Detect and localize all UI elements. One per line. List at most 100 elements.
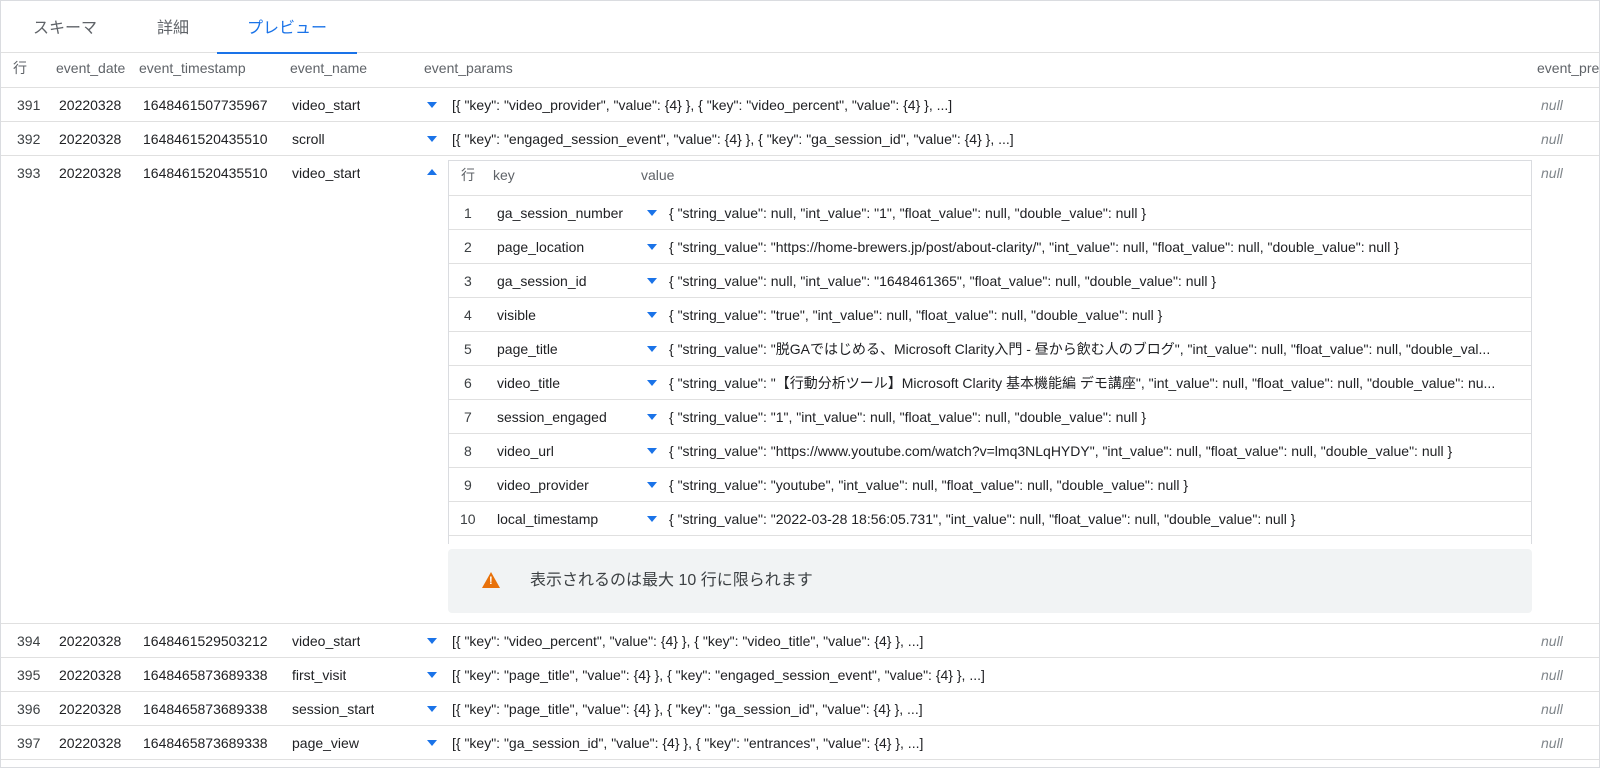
event-previous-cell: null <box>1541 97 1563 113</box>
param-key: ga_session_number <box>497 205 624 221</box>
nested-row-number: 10 <box>460 511 476 527</box>
param-key: visible <box>497 307 536 323</box>
param-value: { "string_value": "true", "int_value": n… <box>669 307 1163 323</box>
event-name-cell: first_visit <box>292 667 347 683</box>
expand-icon[interactable] <box>647 312 657 318</box>
nested-column-header-value[interactable]: value <box>641 161 674 195</box>
row-number: 393 <box>17 165 41 181</box>
warning-icon: ! <box>482 572 500 588</box>
param-key: page_location <box>497 239 585 255</box>
column-header-event-date[interactable]: event_date <box>56 53 125 87</box>
event-params-cell: [{ "key": "ga_session_id", "value": {4} … <box>452 735 924 751</box>
event-name-cell: video_start <box>292 165 361 181</box>
event-timestamp-cell: 1648465873689338 <box>143 735 268 751</box>
expand-icon[interactable] <box>647 516 657 522</box>
event-previous-cell: null <box>1541 701 1563 717</box>
event-params-cell: [{ "key": "page_title", "value": {4} }, … <box>452 667 985 683</box>
expand-icon[interactable] <box>647 380 657 386</box>
expand-icon[interactable] <box>427 136 437 142</box>
event-date-cell: 20220328 <box>59 131 122 147</box>
nested-table-row: 8 video_url { "string_value": "https://w… <box>449 434 1531 468</box>
event-timestamp-cell: 1648461507735967 <box>143 97 268 113</box>
event-timestamp-cell: 1648465873689338 <box>143 701 268 717</box>
row-number: 397 <box>17 735 41 751</box>
event-date-cell: 20220328 <box>59 667 122 683</box>
expand-icon[interactable] <box>647 210 657 216</box>
tab-bar: スキーマ 詳細 プレビュー <box>1 1 1599 54</box>
event-params-cell: [{ "key": "engaged_session_event", "valu… <box>452 131 1014 147</box>
nested-table-row: 10 local_timestamp { "string_value": "20… <box>449 502 1531 536</box>
nested-row-number: 4 <box>464 307 472 323</box>
tab-schema[interactable]: スキーマ <box>1 1 129 53</box>
nested-row-number: 1 <box>464 205 472 221</box>
preview-panel: スキーマ 詳細 プレビュー 行 event_date event_timesta… <box>0 0 1600 768</box>
param-value: { "string_value": "youtube", "int_value"… <box>669 477 1189 493</box>
param-value: { "string_value": "https://home-brewers.… <box>669 239 1399 255</box>
table-row: 395 20220328 1648465873689338 first_visi… <box>1 658 1599 692</box>
expand-icon[interactable] <box>427 740 437 746</box>
expand-icon[interactable] <box>427 638 437 644</box>
nested-params-table: 行 key value 1 ga_session_number { "strin… <box>448 160 1532 544</box>
column-header-row: 行 <box>13 60 27 76</box>
row-number: 396 <box>17 701 41 717</box>
nested-column-header-row: 行 <box>461 167 475 183</box>
expand-icon[interactable] <box>427 672 437 678</box>
column-header-event-previous[interactable]: event_pre <box>1537 53 1599 87</box>
table-row: 397 20220328 1648465873689338 page_view … <box>1 726 1599 760</box>
row-number: 392 <box>17 131 41 147</box>
row-number: 394 <box>17 633 41 649</box>
event-previous-cell: null <box>1541 735 1563 751</box>
table-header: 行 event_date event_timestamp event_name … <box>1 53 1599 88</box>
nested-column-header-key[interactable]: key <box>493 161 515 195</box>
param-key: page_title <box>497 341 558 357</box>
nested-table-row: 3 ga_session_id { "string_value": null, … <box>449 264 1531 298</box>
row-number: 391 <box>17 97 41 113</box>
event-date-cell: 20220328 <box>59 633 122 649</box>
collapse-icon[interactable] <box>427 169 437 175</box>
param-value: { "string_value": "【行動分析ツール】Microsoft Cl… <box>669 375 1496 391</box>
event-params-cell: [{ "key": "video_provider", "value": {4}… <box>452 97 953 113</box>
event-previous-cell: null <box>1541 131 1563 147</box>
expand-icon[interactable] <box>427 102 437 108</box>
column-header-event-timestamp[interactable]: event_timestamp <box>139 53 246 87</box>
event-date-cell: 20220328 <box>59 165 122 181</box>
table-row: 392 20220328 1648461520435510 scroll [{ … <box>1 122 1599 156</box>
expand-icon[interactable] <box>427 706 437 712</box>
param-key: video_url <box>497 443 554 459</box>
tab-preview[interactable]: プレビュー <box>217 1 357 54</box>
event-name-cell: session_start <box>292 701 375 717</box>
warning-text: 表示されるのは最大 10 行に限られます <box>530 572 813 589</box>
event-previous-cell: null <box>1541 633 1563 649</box>
param-value: { "string_value": null, "int_value": "1"… <box>669 205 1146 221</box>
table-row: 391 20220328 1648461507735967 video_star… <box>1 88 1599 122</box>
event-name-cell: video_start <box>292 633 361 649</box>
event-timestamp-cell: 1648461520435510 <box>143 165 268 181</box>
tab-details[interactable]: 詳細 <box>129 1 217 53</box>
param-value: { "string_value": "1", "int_value": null… <box>669 409 1146 425</box>
expand-icon[interactable] <box>647 448 657 454</box>
expand-icon[interactable] <box>647 482 657 488</box>
table-row-expanded: 393 20220328 1648461520435510 video_star… <box>1 156 1599 624</box>
event-name-cell: page_view <box>292 735 359 751</box>
nested-table-row: 6 video_title { "string_value": "【行動分析ツー… <box>449 366 1531 400</box>
row-limit-warning: ! 表示されるのは最大 10 行に限られます <box>448 549 1532 613</box>
expand-icon[interactable] <box>647 414 657 420</box>
param-value: { "string_value": "脱GAではじめる、Microsoft Cl… <box>669 341 1491 357</box>
table-row: 396 20220328 1648465873689338 session_st… <box>1 692 1599 726</box>
column-header-event-name[interactable]: event_name <box>290 53 367 87</box>
column-header-event-params[interactable]: event_params <box>424 53 513 87</box>
expand-icon[interactable] <box>647 244 657 250</box>
param-key: video_provider <box>497 477 589 493</box>
event-name-cell: video_start <box>292 97 361 113</box>
row-number: 395 <box>17 667 41 683</box>
event-previous-cell: null <box>1541 165 1563 181</box>
expand-icon[interactable] <box>647 346 657 352</box>
nested-table-row: 4 visible { "string_value": "true", "int… <box>449 298 1531 332</box>
nested-row-number: 2 <box>464 239 472 255</box>
event-timestamp-cell: 1648465873689338 <box>143 667 268 683</box>
expand-icon[interactable] <box>647 278 657 284</box>
tab-preview-label: プレビュー <box>246 20 327 37</box>
event-previous-cell: null <box>1541 667 1563 683</box>
nested-table-row: 2 page_location { "string_value": "https… <box>449 230 1531 264</box>
nested-row-number: 6 <box>464 375 472 391</box>
